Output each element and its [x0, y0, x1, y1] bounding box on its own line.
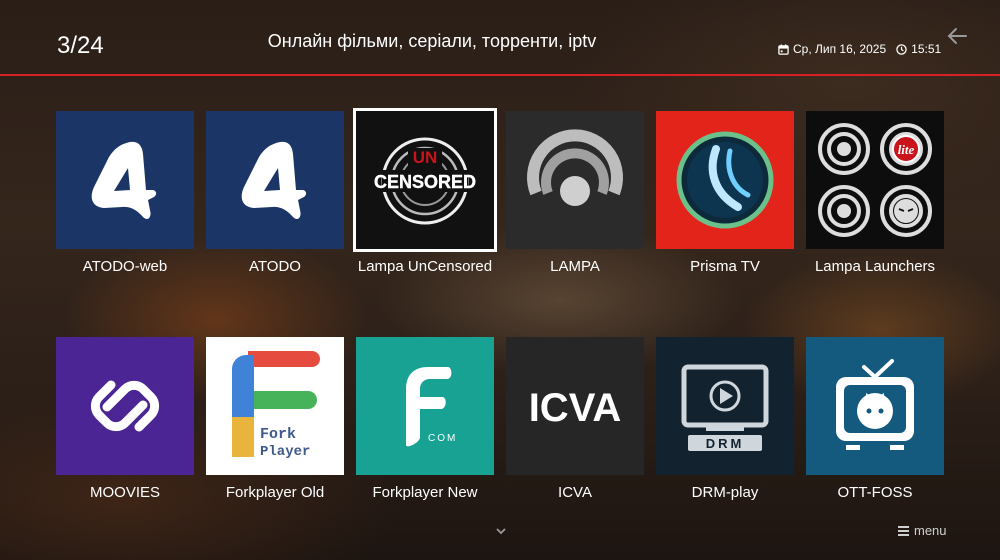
date-time: Ср, Лип 16, 2025 15:51 [778, 42, 941, 56]
lampa-icon [506, 111, 644, 249]
lampa-uncensored-icon: UN CENSORED [353, 108, 497, 252]
back-arrow-icon[interactable] [946, 25, 968, 47]
calendar-icon [778, 43, 789, 55]
page-title: Онлайн фільми, серіали, торренти, iptv [267, 31, 597, 51]
moovies-icon [56, 337, 194, 475]
chevron-down-icon[interactable] [494, 524, 508, 538]
drm-logo-text: DRM [706, 436, 745, 451]
app-label: OTT-FOSS [837, 484, 913, 501]
prisma-tv-icon [656, 111, 794, 249]
forkplayer-old-icon: Fork Player [206, 337, 344, 475]
clock-icon [896, 43, 907, 55]
icva-logo-text: ICVA [529, 386, 622, 430]
header-divider [0, 74, 1000, 76]
time-text: 15:51 [911, 42, 942, 56]
atodo-icon [206, 111, 344, 249]
hamburger-icon [898, 525, 909, 536]
lampa-launchers-icon: lite [806, 111, 944, 249]
forkplayer-new-icon: COM [356, 337, 494, 475]
forkplayer-old-text-1: Fork [260, 426, 296, 443]
header-bar: 3/24 Онлайн фільми, серіали, торренти, i… [0, 0, 1000, 76]
app-label: Lampa Launchers [814, 258, 936, 275]
atodo-web-icon [56, 111, 194, 249]
icva-icon: ICVA [506, 337, 644, 475]
ott-foss-icon [806, 337, 944, 475]
drm-play-icon: DRM [656, 337, 794, 475]
menu-button[interactable]: menu [898, 523, 947, 538]
lite-badge-text: lite [898, 142, 915, 157]
date-text: Ср, Лип 16, 2025 [793, 42, 887, 56]
uncensored-bottom-text: CENSORED [374, 172, 476, 192]
forkplayer-old-text-2: Player [260, 444, 310, 460]
uncensored-top-text: UN [413, 148, 438, 167]
menu-label: menu [914, 523, 947, 538]
forkplayer-new-sub-text: COM [428, 433, 457, 444]
